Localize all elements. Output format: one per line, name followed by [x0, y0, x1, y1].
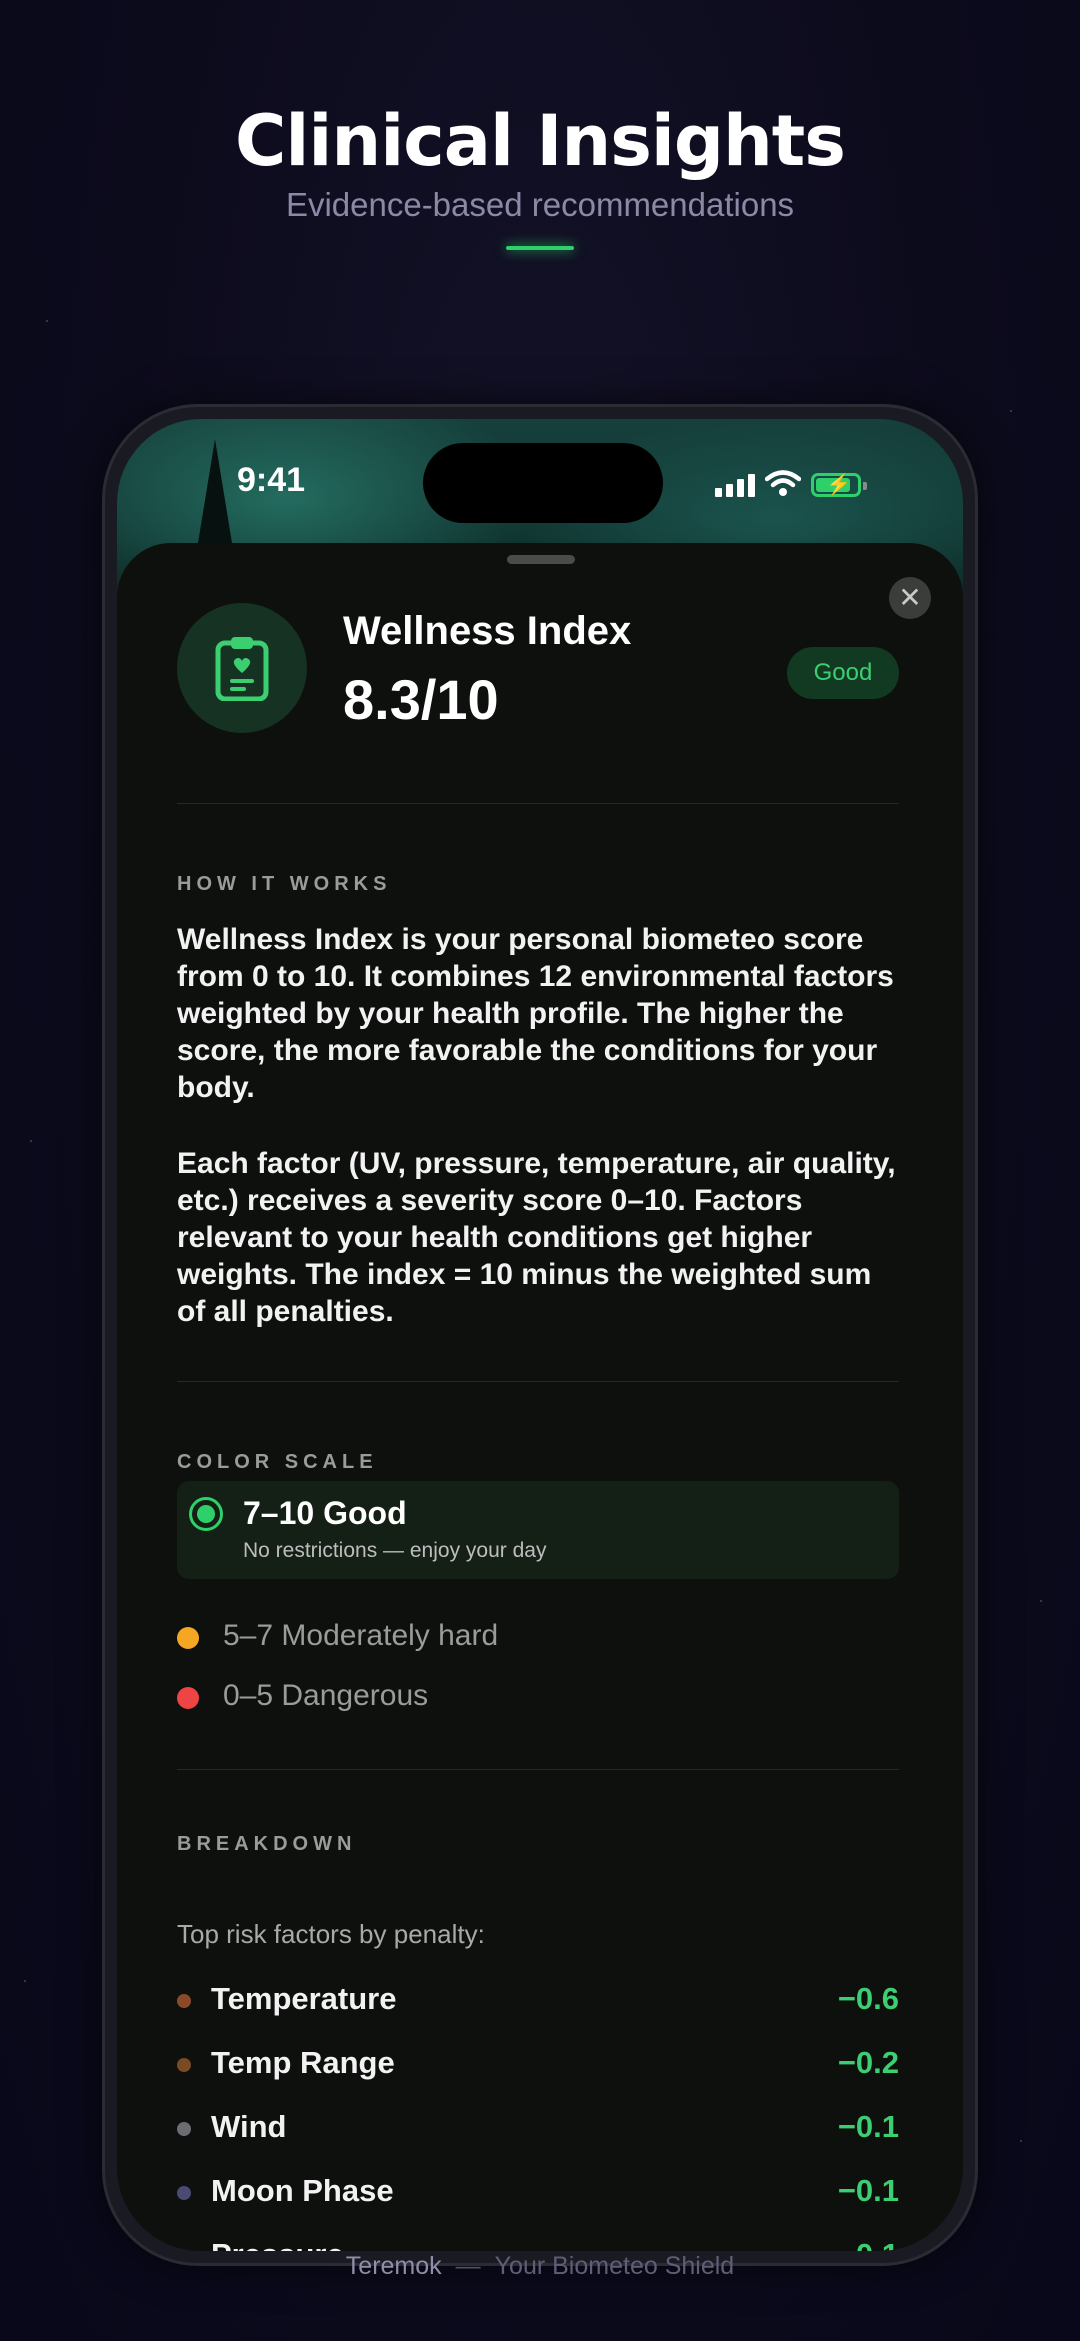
- phone-screen: 9:41 ⚡ ✕ Wellness Index 8.3/10 Good HOW …: [117, 419, 963, 2251]
- dangerous-dot-icon: [177, 1687, 199, 1709]
- color-scale-item-good: 7–10 Good No restrictions — enjoy your d…: [177, 1481, 899, 1579]
- status-icons: ⚡: [715, 467, 867, 497]
- how-it-works-paragraph-1: Wellness Index is your personal biometeo…: [177, 923, 894, 1104]
- breakdown-row: Pressure −0.1: [177, 2235, 899, 2251]
- factor-penalty: −0.6: [837, 1981, 899, 2016]
- star: [1010, 410, 1012, 412]
- scale-label: 0–5 Dangerous: [223, 1679, 429, 1712]
- scale-label: 7–10 Good: [243, 1495, 407, 1531]
- divider: [177, 803, 899, 804]
- factor-dot-icon: [177, 2058, 191, 2072]
- close-button[interactable]: ✕: [889, 577, 931, 619]
- factor-penalty: −0.2: [837, 2045, 899, 2080]
- title-accent-bar: [506, 246, 574, 250]
- wifi-icon: [765, 470, 801, 496]
- factor-name: Temperature: [211, 1981, 397, 2016]
- moderate-dot-icon: [177, 1627, 199, 1649]
- scale-label: 5–7 Moderately hard: [223, 1619, 499, 1652]
- footer: Teremok — Your Biometeo Shield: [0, 2252, 1080, 2281]
- star: [1040, 1600, 1042, 1602]
- status-time: 9:41: [237, 461, 306, 499]
- page-subtitle: Evidence-based recommendations: [285, 186, 795, 223]
- battery-charging-icon: ⚡: [811, 473, 867, 497]
- divider: [177, 1381, 899, 1382]
- factor-dot-icon: [177, 2122, 191, 2136]
- footer-separator: —: [455, 2252, 481, 2280]
- footer-brand: Teremok: [345, 2252, 442, 2280]
- factor-name: Pressure: [211, 2237, 344, 2251]
- wellness-title: Wellness Index: [343, 609, 632, 653]
- star: [1020, 2140, 1022, 2142]
- sheet-grabber[interactable]: [507, 555, 575, 564]
- cellular-signal-icon: [715, 473, 755, 497]
- factor-dot-icon: [177, 2186, 191, 2200]
- factor-dot-icon: [177, 2250, 191, 2251]
- factor-penalty: −0.1: [838, 2237, 899, 2251]
- breakdown-row: Moon Phase −0.1: [177, 2171, 899, 2211]
- breakdown-caption: Top risk factors by penalty:: [177, 1919, 485, 1949]
- factor-penalty: −0.1: [837, 2109, 899, 2144]
- star: [24, 1980, 26, 1982]
- tree-silhouette: [197, 439, 233, 549]
- page-title: Clinical Insights: [235, 100, 846, 182]
- section-label-color-scale: COLOR SCALE: [177, 1451, 378, 1473]
- breakdown-row: Temperature −0.6: [177, 1979, 899, 2019]
- star: [30, 1140, 32, 1142]
- close-icon: ✕: [898, 582, 922, 613]
- section-label-how-it-works: HOW IT WORKS: [177, 873, 392, 895]
- star: [46, 320, 48, 322]
- dynamic-island: [423, 443, 663, 523]
- breakdown-row: Wind −0.1: [177, 2107, 899, 2147]
- status-badge: Good: [787, 647, 899, 699]
- wellness-icon-badge: [177, 603, 307, 733]
- wellness-sheet: ✕ Wellness Index 8.3/10 Good HOW IT WORK…: [117, 543, 963, 2251]
- footer-tagline: Your Biometeo Shield: [494, 2252, 735, 2280]
- factor-name: Moon Phase: [211, 2173, 394, 2208]
- good-indicator-icon: [189, 1497, 223, 1531]
- factor-name: Temp Range: [211, 2045, 395, 2080]
- section-label-breakdown: BREAKDOWN: [177, 1833, 357, 1855]
- divider: [177, 1769, 899, 1770]
- breakdown-row: Temp Range −0.2: [177, 2043, 899, 2083]
- factor-name: Wind: [211, 2109, 287, 2144]
- clipboard-heart-icon: [215, 637, 269, 701]
- how-it-works-paragraph-2: Each factor (UV, pressure, temperature, …: [177, 1147, 896, 1328]
- wellness-score: 8.3/10: [343, 668, 499, 731]
- factor-dot-icon: [177, 1994, 191, 2008]
- scale-description: No restrictions — enjoy your day: [243, 1539, 547, 1562]
- phone-frame: 9:41 ⚡ ✕ Wellness Index 8.3/10 Good HOW …: [102, 404, 978, 2266]
- factor-penalty: −0.1: [837, 2173, 899, 2208]
